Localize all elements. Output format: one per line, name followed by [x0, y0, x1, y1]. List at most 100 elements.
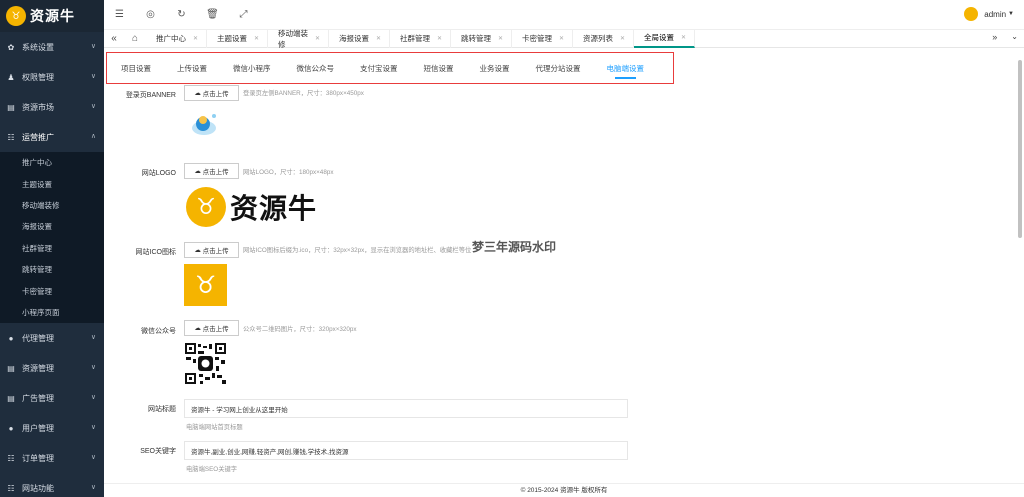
wechat-label: 微信公众号 — [141, 328, 176, 335]
seo-keywords-hint: 电脑端SEO关键字 — [186, 466, 238, 473]
tabs-prev-icon[interactable]: « — [104, 33, 124, 44]
cloud-upload-icon: ☁ — [194, 247, 201, 254]
user-menu[interactable]: admin ▼ — [964, 7, 1014, 21]
ico-upload-button[interactable]: ☁ 点击上传 — [184, 242, 239, 258]
close-icon[interactable]: ✕ — [254, 35, 259, 42]
sidebar: ♉ 资源牛 ✿ 系统设置 ∨ ♟ 权限管理 ∨ ▤ 资源市场 ∨ ☷ 运营推广 ∧ 推广中心 主题设置移… — [0, 0, 104, 497]
chevron-down-icon: ∨ — [90, 73, 96, 80]
close-icon[interactable]: ✕ — [620, 35, 625, 42]
settings-tab[interactable]: 微信小程序 — [233, 63, 271, 74]
sidebar-item[interactable]: ● 代理管理 ∨ — [0, 323, 104, 353]
refresh-icon[interactable]: ↻ — [166, 0, 197, 30]
site-title-hint: 电脑端网站首页标题 — [186, 424, 243, 431]
submenu-item[interactable]: 海报设置 — [0, 216, 104, 237]
chevron-down-icon: ∨ — [90, 364, 96, 372]
seo-keywords-label: SEO关键字 — [140, 448, 176, 455]
wechat-hint: 公众号二维码图片，尺寸：320px×320px — [243, 326, 357, 333]
document-icon: ▤ — [7, 102, 15, 112]
user-icon: ● — [8, 423, 14, 433]
settings-tab[interactable]: 电脑端设置 — [607, 63, 644, 79]
submenu-item[interactable]: 小程序页面 — [0, 302, 104, 323]
fullscreen-icon[interactable]: ⤢ — [228, 0, 259, 30]
avatar — [964, 7, 979, 21]
chevron-down-icon: ∨ — [90, 43, 96, 50]
sidebar-item[interactable]: ☷ 订单管理 ∨ — [0, 443, 104, 473]
globe-icon[interactable]: ◎ — [135, 0, 166, 30]
settings-tab[interactable]: 上传设置 — [177, 63, 207, 74]
chevron-down-icon: ▼ — [1008, 11, 1014, 17]
submenu-item[interactable]: 主题设置 — [0, 173, 104, 194]
sidebar-item[interactable]: ✿ 系统设置 ∨ — [0, 32, 104, 62]
sidebar-item[interactable]: ▤ 资源管理 ∨ — [0, 353, 104, 383]
page-tab[interactable]: 推广中心 ✕ — [146, 29, 207, 48]
close-icon[interactable]: ✕ — [498, 35, 503, 42]
sidebar-item-label: 用户管理 — [22, 423, 54, 433]
chevron-down-icon: ∨ — [90, 334, 96, 342]
logo-upload-button[interactable]: ☁ 点击上传 — [184, 163, 239, 179]
submenu-item[interactable]: 跳转管理 — [0, 259, 104, 280]
chevron-down-icon: ∨ — [90, 103, 96, 110]
page-tab[interactable]: 跳转管理 ✕ — [451, 29, 512, 48]
settings-tab[interactable]: 代理分站设置 — [536, 63, 581, 74]
topbar: ☰ ◎ ↻ 🗑 ⤢ admin ▼ — [104, 0, 1024, 30]
page-tab[interactable]: 主题设置 ✕ — [207, 29, 268, 48]
trash-icon[interactable]: 🗑 — [197, 0, 228, 30]
close-icon[interactable]: ✕ — [315, 35, 320, 42]
collapse-menu-icon[interactable]: ☰ — [104, 0, 135, 30]
page-tab-label: 社群管理 — [400, 34, 430, 43]
submenu-item[interactable]: 推广中心 — [0, 152, 104, 173]
page-tab[interactable]: 全局设置 ✕ — [634, 29, 695, 48]
brand-name: 资源牛 — [30, 8, 75, 24]
brand-logo[interactable]: ♉ 资源牛 — [0, 0, 104, 32]
main-content: 项目设置 上传设置 微信小程序 微信公众号 支付宝设置 短信设置 业务设置 代理分站设置 电脑端… — [104, 48, 1016, 497]
submenu-item[interactable]: 卡密管理 — [0, 280, 104, 301]
settings-tab[interactable]: 业务设置 — [480, 63, 510, 74]
submenu-item[interactable]: 社群管理 — [0, 238, 104, 259]
close-icon[interactable]: ✕ — [559, 35, 564, 42]
sidebar-item[interactable]: ▤ 资源市场 ∨ — [0, 92, 104, 122]
sidebar-item-label: 广告管理 — [22, 393, 54, 403]
banner-label: 登录页BANNER — [125, 92, 176, 99]
settings-tab[interactable]: 短信设置 — [424, 63, 454, 74]
wechat-upload-button[interactable]: ☁ 点击上传 — [184, 320, 239, 336]
bull-logo-icon: ♉ — [6, 6, 26, 26]
close-icon[interactable]: ✕ — [681, 34, 686, 41]
close-icon[interactable]: ✕ — [376, 35, 381, 42]
page-tabs: « ⌂ 推广中心 ✕ 主题设置 ✕ 移动端装修 ✕ 海报设置 ✕ 社群管理 ✕ 跳转管理 ✕ 卡密管理 ✕… — [104, 29, 1024, 49]
sidebar-item[interactable]: ● 用户管理 ∨ — [0, 413, 104, 443]
sidebar-item[interactable]: ☷ 网站功能 ∨ — [0, 473, 104, 497]
page-tab-label: 主题设置 — [217, 34, 247, 43]
close-icon[interactable]: ✕ — [437, 35, 442, 42]
seo-keywords-input[interactable]: 资源牛,副业,创业,网赚,轻资产,网创,赚钱,学技术,找资源 — [184, 441, 628, 460]
site-title-label: 网站标题 — [148, 406, 176, 413]
settings-tab[interactable]: 支付宝设置 — [360, 63, 398, 74]
home-icon[interactable]: ⌂ — [124, 33, 146, 44]
close-icon[interactable]: ✕ — [193, 35, 198, 42]
tabs-next-icon[interactable]: » — [992, 32, 997, 42]
sidebar-item[interactable]: ☷ 运营推广 ∧ — [0, 122, 104, 152]
site-title-input[interactable]: 资源牛 - 学习网上创业从这里开始 — [184, 399, 628, 418]
page-tab[interactable]: 资源列表 ✕ — [573, 29, 634, 48]
sidebar-item[interactable]: ▤ 广告管理 ∨ — [0, 383, 104, 413]
page-tab[interactable]: 移动端装修 ✕ — [268, 29, 329, 49]
chevron-down-icon: ∨ — [90, 484, 96, 492]
settings-tab[interactable]: 微信公众号 — [297, 63, 335, 74]
sidebar-item[interactable]: ♟ 权限管理 ∨ — [0, 62, 104, 92]
ico-label: 网站ICO图标 — [135, 249, 176, 256]
sidebar-item-label: 资源管理 — [22, 363, 54, 373]
page-scrollbar[interactable] — [1018, 60, 1022, 238]
page-tab-label: 海报设置 — [339, 34, 369, 43]
chevron-down-icon[interactable]: ⌄ — [1011, 32, 1018, 42]
page-tab[interactable]: 社群管理 ✕ — [390, 29, 451, 48]
settings-tabs: 项目设置 上传设置 微信小程序 微信公众号 支付宝设置 短信设置 业务设置 代理分站设置 电脑端… — [106, 52, 674, 84]
settings-tab[interactable]: 项目设置 — [121, 63, 151, 74]
page-tab[interactable]: 卡密管理 ✕ — [512, 29, 573, 48]
submenu-item[interactable]: 移动端装修 — [0, 195, 104, 216]
site-ico-image: ♉ — [184, 264, 227, 306]
document-icon: ▤ — [7, 363, 15, 373]
list-icon: ☷ — [7, 483, 15, 493]
page-tab[interactable]: 海报设置 ✕ — [329, 29, 390, 48]
bull-logo-icon: ♉ — [186, 187, 226, 227]
banner-upload-button[interactable]: ☁ 点击上传 — [184, 85, 239, 101]
logo-label: 网站LOGO — [141, 170, 176, 177]
